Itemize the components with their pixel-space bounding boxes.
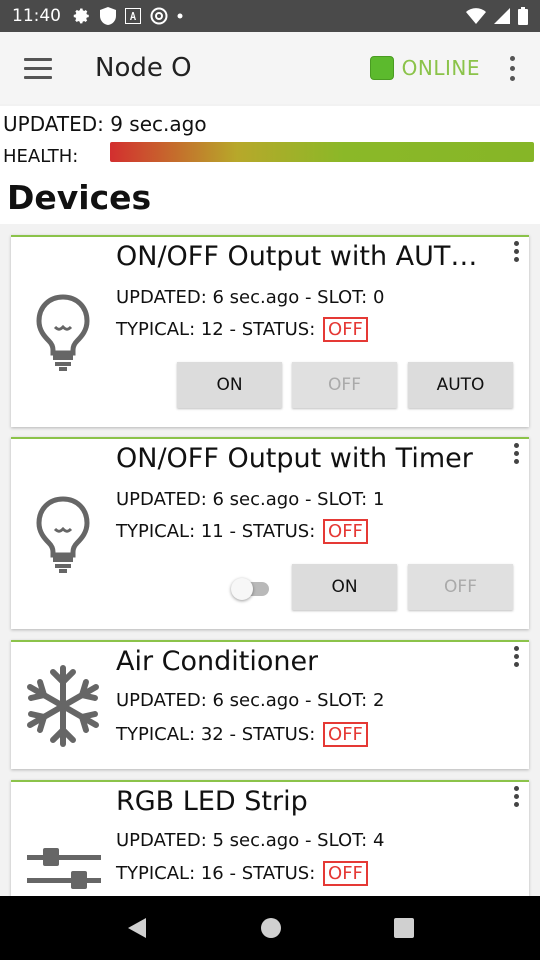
shield-icon — [100, 7, 116, 25]
device-updated: UPDATED: 6 sec.ago - SLOT: 1 — [116, 489, 385, 510]
device-updated: UPDATED: 5 sec.ago - SLOT: 4 — [116, 830, 385, 851]
node-updated: UPDATED: 9 sec.ago — [3, 112, 207, 136]
health-bar — [110, 142, 534, 162]
status-badge: OFF — [323, 519, 368, 544]
device-typical: TYPICAL: 32 - STATUS: OFF — [116, 722, 368, 747]
device-card[interactable]: RGB LED Strip UPDATED: 5 sec.ago - SLOT:… — [11, 780, 529, 896]
device-name: Air Conditioner — [116, 646, 319, 677]
battery-icon — [518, 7, 528, 25]
timer-toggle[interactable] — [231, 578, 271, 600]
connection-status: ONLINE — [369, 56, 480, 80]
status-badge: OFF — [323, 317, 368, 342]
device-name: ON/OFF Output with AUT… — [116, 241, 478, 272]
device-name: ON/OFF Output with Timer — [116, 443, 473, 474]
device-menu-icon[interactable] — [514, 646, 519, 667]
device-typical: TYPICAL: 16 - STATUS: OFF — [116, 861, 368, 886]
notification-icons — [73, 7, 183, 25]
overflow-menu-icon[interactable] — [492, 55, 532, 81]
off-button[interactable]: OFF — [292, 362, 397, 408]
device-card[interactable]: ON/OFF Output with AUT… UPDATED: 6 sec.a… — [11, 235, 529, 427]
status-time: 11:40 — [12, 6, 61, 26]
devices-heading: Devices — [7, 178, 152, 217]
device-typical-label: TYPICAL: 32 - STATUS: — [116, 724, 316, 745]
status-badge: OFF — [323, 861, 368, 886]
device-card[interactable]: ON/OFF Output with Timer UPDATED: 6 sec.… — [11, 437, 529, 629]
device-typical: TYPICAL: 12 - STATUS: OFF — [116, 317, 368, 342]
signal-icon — [494, 8, 510, 24]
device-updated: UPDATED: 6 sec.ago - SLOT: 0 — [116, 287, 385, 308]
device-typical: TYPICAL: 11 - STATUS: OFF — [116, 519, 368, 544]
device-typical-label: TYPICAL: 11 - STATUS: — [116, 521, 316, 542]
at-icon — [150, 7, 168, 25]
device-updated: UPDATED: 6 sec.ago - SLOT: 2 — [116, 690, 385, 711]
device-name: RGB LED Strip — [116, 786, 308, 817]
device-menu-icon[interactable] — [514, 443, 519, 464]
sliders-icon — [27, 848, 101, 889]
auto-button[interactable]: AUTO — [408, 362, 513, 408]
health-label: HEALTH: — [3, 146, 79, 167]
device-typical-label: TYPICAL: 12 - STATUS: — [116, 319, 316, 340]
lightbulb-icon — [36, 496, 90, 573]
gear-icon — [73, 8, 89, 24]
connection-status-label: ONLINE — [401, 56, 480, 80]
dot-icon — [177, 13, 183, 19]
lightbulb-icon — [36, 294, 90, 371]
on-button[interactable]: ON — [292, 564, 397, 610]
node-summary: UPDATED: 9 sec.ago HEALTH: Devices — [0, 106, 540, 224]
off-button[interactable]: OFF — [408, 564, 513, 610]
device-menu-icon[interactable] — [514, 241, 519, 262]
font-icon — [125, 8, 141, 24]
device-card[interactable]: Air Conditioner UPDATED: 6 sec.ago - SLO… — [11, 640, 529, 769]
system-nav-bar — [0, 896, 540, 960]
back-icon[interactable] — [126, 916, 148, 940]
device-typical-label: TYPICAL: 16 - STATUS: — [116, 863, 316, 884]
menu-icon[interactable] — [24, 57, 52, 79]
on-button[interactable]: ON — [177, 362, 282, 408]
wifi-icon — [466, 8, 486, 24]
device-menu-icon[interactable] — [514, 786, 519, 807]
home-icon[interactable] — [260, 917, 282, 939]
recents-icon[interactable] — [394, 918, 414, 938]
status-bar: 11:40 — [0, 0, 540, 32]
status-badge: OFF — [323, 722, 368, 747]
app-bar: Node O ONLINE — [0, 32, 540, 104]
online-indicator-icon — [369, 56, 394, 80]
page-title: Node O — [95, 53, 192, 83]
snowflake-icon — [27, 665, 99, 747]
